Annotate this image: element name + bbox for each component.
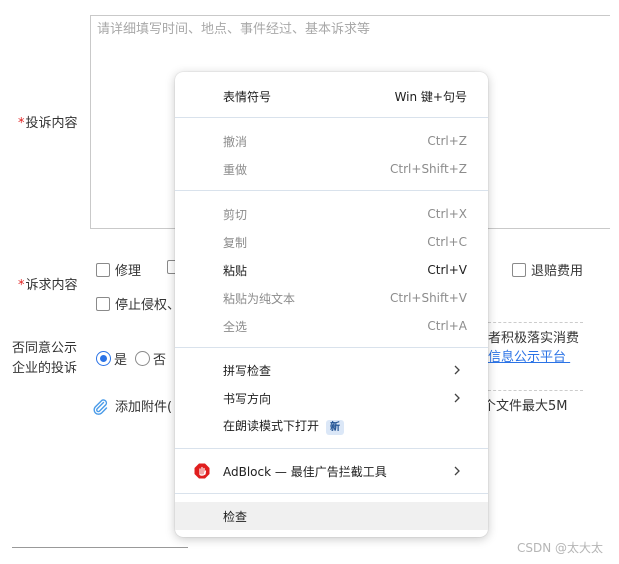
radio-no-button[interactable]	[135, 351, 150, 366]
bottom-divider	[12, 547, 188, 548]
page: *投诉内容 请详细填写时间、地点、事件经过、基本诉求等 *诉求内容 修理 退赔费…	[0, 0, 619, 564]
menu-item-reading-mode[interactable]: 在朗读模式下打开新	[175, 412, 488, 440]
shortcut: Win 键+句号	[394, 89, 467, 104]
demand-checkbox-repair[interactable]: 修理	[96, 260, 141, 279]
new-badge: 新	[326, 420, 345, 435]
textarea-placeholder: 请详细填写时间、地点、事件经过、基本诉求等	[97, 22, 371, 37]
checkbox-box[interactable]	[96, 296, 110, 311]
add-attachment[interactable]: 添加附件(	[91, 396, 172, 415]
menu-item-select-all[interactable]: 全选 Ctrl+A	[175, 312, 488, 340]
demand-content-label: *诉求内容	[18, 278, 78, 293]
menu-item-emoji[interactable]: 表情符号 Win 键+句号	[175, 82, 488, 110]
shortcut: Ctrl+Shift+V	[390, 291, 467, 305]
menu-item-copy[interactable]: 复制 Ctrl+C	[175, 228, 488, 256]
complaint-content-label: *投诉内容	[18, 116, 78, 131]
menu-separator	[175, 117, 488, 118]
context-menu: 表情符号 Win 键+句号 撤消 Ctrl+Z 重做 Ctrl+Shift+Z …	[175, 72, 488, 537]
radio-yes-button[interactable]	[96, 351, 111, 366]
shortcut: Ctrl+X	[427, 207, 467, 221]
menu-item-paste-plain-text[interactable]: 粘贴为纯文本 Ctrl+Shift+V	[175, 284, 488, 312]
menu-item-cut[interactable]: 剪切 Ctrl+X	[175, 200, 488, 228]
disclosure-notice: 者积极落实消费	[488, 331, 580, 346]
radio-yes[interactable]: 是	[96, 349, 127, 368]
shortcut: Ctrl+A	[427, 319, 467, 333]
required-mark: *	[18, 116, 25, 131]
menu-item-undo[interactable]: 撤消 Ctrl+Z	[175, 127, 488, 155]
shortcut: Ctrl+C	[427, 235, 467, 249]
required-mark: *	[18, 278, 25, 293]
menu-item-spellcheck[interactable]: 拼写检查	[175, 356, 488, 384]
menu-item-redo[interactable]: 重做 Ctrl+Shift+Z	[175, 155, 488, 183]
demand-checkbox-stop-infringement[interactable]: 停止侵权、	[96, 294, 180, 313]
shortcut: Ctrl+Shift+Z	[390, 162, 467, 176]
disclosure-notice-link[interactable]: 信息公示平台	[488, 348, 570, 368]
chevron-right-icon	[454, 466, 460, 476]
adblock-icon	[194, 463, 210, 479]
shortcut: Ctrl+V	[427, 263, 467, 277]
shortcut: Ctrl+Z	[427, 134, 467, 148]
checkbox-box[interactable]	[96, 262, 110, 277]
menu-item-writing-direction[interactable]: 书写方向	[175, 384, 488, 412]
demand-checkbox-refund[interactable]: 退赔费用	[512, 260, 583, 279]
menu-separator	[175, 190, 488, 191]
paperclip-icon	[93, 398, 108, 415]
attachment-limit: 个文件最大5M	[483, 399, 568, 414]
menu-item-adblock[interactable]: AdBlock — 最佳广告拦截工具	[175, 457, 488, 485]
watermark: CSDN @太大太	[516, 541, 603, 555]
menu-separator	[175, 493, 488, 494]
menu-separator	[175, 347, 488, 348]
radio-no[interactable]: 否	[135, 349, 166, 368]
disclosure-label: 否同意公示 企业的投诉	[12, 341, 78, 376]
menu-separator	[175, 448, 488, 449]
notice-divider-top	[488, 322, 583, 323]
menu-item-paste[interactable]: 粘贴 Ctrl+V	[175, 256, 488, 284]
menu-item-inspect[interactable]: 检查	[175, 502, 488, 530]
notice-divider-bottom	[488, 390, 583, 391]
chevron-right-icon	[454, 393, 460, 403]
checkbox-box[interactable]	[512, 262, 526, 277]
chevron-right-icon	[454, 365, 460, 375]
